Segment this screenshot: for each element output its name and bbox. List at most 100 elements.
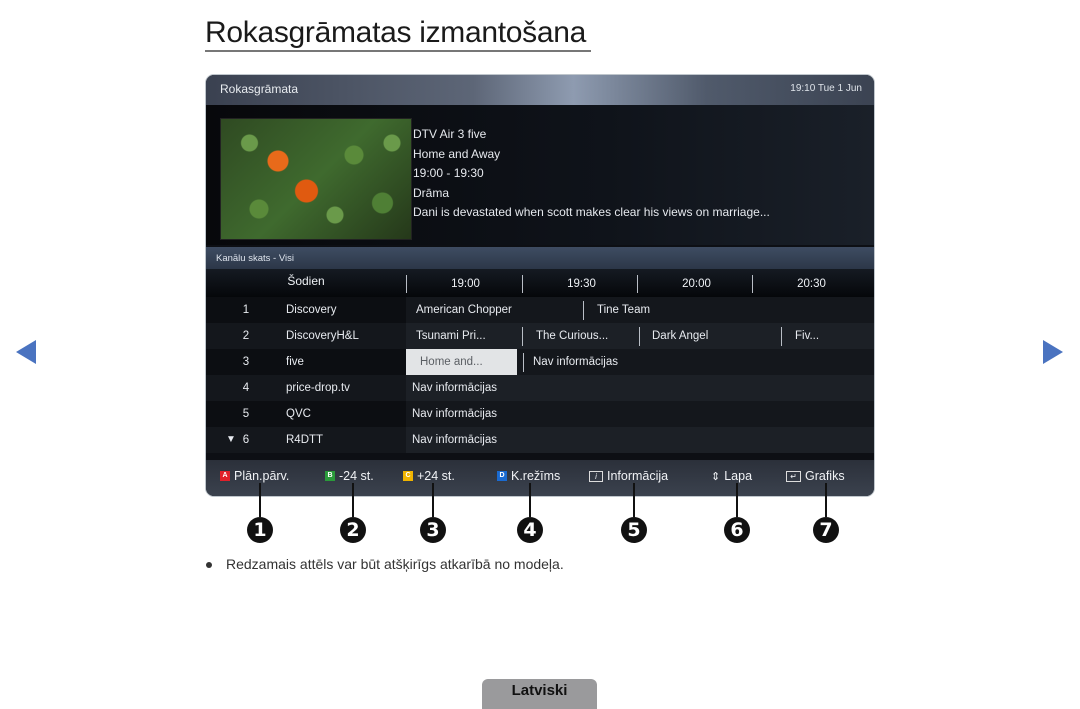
channel-number: 6 — [242, 434, 250, 446]
callout-badge: 3 — [420, 517, 446, 543]
channel-name: QVC — [286, 408, 311, 420]
callout-badge: 5 — [621, 517, 647, 543]
timeline-separator — [522, 275, 523, 293]
channel-name: R4DTT — [286, 434, 324, 446]
guide-footer: A Plān.pārv. B -24 st. C +24 st. D K.rež… — [206, 460, 874, 496]
channel-view-label: Kanālu skats - Visi — [216, 253, 294, 264]
timeline-separator — [637, 275, 638, 293]
callout-badge: 6 — [724, 517, 750, 543]
plus-24h-button[interactable]: C +24 st. — [403, 469, 455, 483]
callout-line — [259, 483, 261, 517]
program-cell[interactable]: Fiv... — [795, 330, 819, 342]
info-genre: Drāma — [413, 185, 450, 200]
channel-number: 4 — [242, 382, 250, 394]
button-label: Grafiks — [805, 469, 845, 483]
channel-number: 2 — [242, 330, 250, 342]
program-separator — [523, 353, 524, 372]
schedule-manager-button[interactable]: A Plān.pārv. — [220, 469, 289, 483]
bullet-icon — [206, 562, 212, 569]
time-slot: 19:00 — [451, 278, 480, 290]
program-cell[interactable]: Nav informācijas — [412, 434, 497, 446]
channel-name: Discovery — [286, 304, 337, 316]
minus-24h-button[interactable]: B -24 st. — [325, 469, 374, 483]
channel-row[interactable]: 1 Discovery American Chopper Tine Team — [206, 297, 874, 323]
channel-row[interactable]: 5 QVC Nav informācijas — [206, 401, 874, 427]
scroll-down-icon[interactable]: ▼ — [226, 434, 236, 445]
timeline-separator — [752, 275, 753, 293]
model-note: Redzamais attēls var būt atšķirīgs atkar… — [206, 556, 564, 572]
program-cell[interactable]: Nav informācijas — [412, 408, 497, 420]
callout-line — [825, 483, 827, 517]
button-label: Plān.pārv. — [234, 469, 290, 483]
info-program: Home and Away — [413, 146, 501, 161]
time-slot: 20:30 — [797, 278, 826, 290]
page-title: Rokasgrāmatas izmantošana — [205, 16, 587, 49]
selected-program-label: Home and... — [420, 356, 483, 368]
program-cell[interactable]: The Curious... — [536, 330, 608, 342]
program-cell[interactable]: American Chopper — [416, 304, 512, 316]
program-cell[interactable]: Nav informācijas — [412, 382, 497, 394]
callout-line — [736, 483, 738, 517]
channel-row[interactable]: 4 price-drop.tv Nav informācijas — [206, 375, 874, 401]
blue-key-icon: D — [497, 471, 507, 481]
button-label: +24 st. — [417, 469, 455, 483]
program-separator — [639, 327, 640, 346]
program-separator — [781, 327, 782, 346]
program-separator — [583, 301, 584, 320]
yellow-key-icon: C — [403, 471, 413, 481]
channel-number: 3 — [242, 356, 250, 368]
callout-line — [432, 483, 434, 517]
callout-line — [633, 483, 635, 517]
channel-row[interactable]: ▼ 6 R4DTT Nav informācijas — [206, 427, 874, 453]
channel-mode-button[interactable]: D K.režīms — [497, 469, 560, 483]
note-text: Redzamais attēls var būt atšķirīgs atkar… — [226, 556, 564, 572]
channel-number: 1 — [242, 304, 250, 316]
info-channel: DTV Air 3 five — [413, 127, 487, 141]
selected-program-cell[interactable]: Home and... — [406, 349, 517, 375]
callout-line — [352, 483, 354, 517]
program-info-panel: DTV Air 3 five Home and Away 19:00 - 19:… — [206, 105, 874, 245]
guide-screen: Rokasgrāmata 19:10 Tue 1 Jun DTV Air 3 f… — [206, 75, 874, 496]
schedule-button[interactable]: ↵ Grafiks — [786, 469, 845, 483]
program-separator — [522, 327, 523, 346]
program-preview-image — [220, 118, 412, 240]
channel-row[interactable]: 3 five Home and... Nav informācijas — [206, 349, 874, 375]
channel-row[interactable]: 2 DiscoveryH&L Tsunami Pri... The Curiou… — [206, 323, 874, 349]
info-description: Dani is devastated when scott makes clea… — [413, 205, 770, 219]
previous-page-icon[interactable] — [16, 340, 36, 364]
channel-name: DiscoveryH&L — [286, 330, 359, 342]
callout-badge: 2 — [340, 517, 366, 543]
guide-header: Rokasgrāmata 19:10 Tue 1 Jun — [206, 75, 874, 105]
button-label: -24 st. — [339, 469, 374, 483]
guide-datetime: 19:10 Tue 1 Jun — [790, 83, 862, 94]
button-label: K.režīms — [511, 469, 561, 483]
page-updown-icon: ⇕ — [711, 470, 721, 483]
next-page-icon[interactable] — [1043, 340, 1063, 364]
green-key-icon: B — [325, 471, 335, 481]
channel-name: price-drop.tv — [286, 382, 350, 394]
channel-number: 5 — [242, 408, 250, 420]
program-cell[interactable]: Dark Angel — [652, 330, 708, 342]
callout-line — [529, 483, 531, 517]
schedule-icon: ↵ — [786, 470, 801, 482]
info-icon: i — [589, 470, 603, 482]
program-cell[interactable]: Tine Team — [597, 304, 650, 316]
time-slot: 19:30 — [567, 278, 596, 290]
button-label: Informācija — [607, 469, 669, 483]
information-button[interactable]: i Informācija — [589, 469, 668, 483]
guide-title: Rokasgrāmata — [220, 82, 299, 96]
timeline-header: Šodien 19:00 19:30 20:00 20:30 — [206, 269, 874, 297]
program-cell[interactable]: Nav informācijas — [533, 356, 618, 368]
callout-badge: 4 — [517, 517, 543, 543]
callout-badge: 7 — [813, 517, 839, 543]
channel-view-bar: Kanālu skats - Visi — [206, 247, 874, 269]
time-slot: 20:00 — [682, 278, 711, 290]
button-label: Lapa — [724, 469, 753, 483]
channel-name: five — [286, 356, 304, 368]
page-button[interactable]: ⇕ Lapa — [711, 469, 752, 483]
info-time: 19:00 - 19:30 — [413, 166, 484, 180]
title-underline — [205, 50, 591, 52]
timeline-separator — [406, 275, 407, 293]
program-cell[interactable]: Tsunami Pri... — [416, 330, 486, 342]
callout-badge: 1 — [247, 517, 273, 543]
